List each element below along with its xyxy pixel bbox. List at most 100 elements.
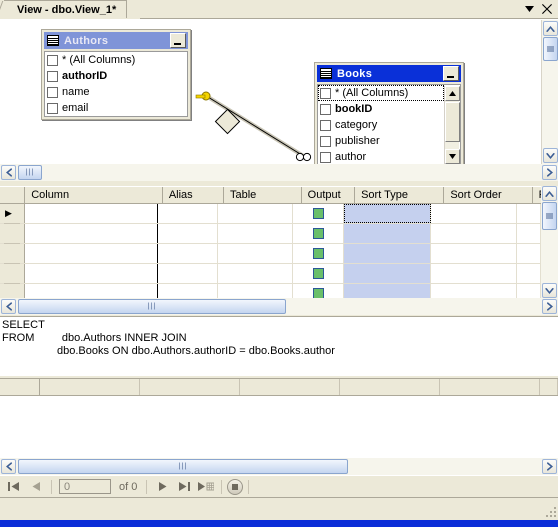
scroll-right-icon[interactable] xyxy=(542,459,557,474)
resize-grip-icon[interactable] xyxy=(544,505,556,517)
cell-output[interactable] xyxy=(293,264,345,283)
column-checkbox[interactable] xyxy=(320,87,331,99)
cell-filter[interactable] xyxy=(517,224,541,243)
cell-alias[interactable] xyxy=(158,264,218,283)
column-checkbox[interactable] xyxy=(47,102,58,114)
stop-button[interactable] xyxy=(227,478,244,495)
table-row[interactable] xyxy=(0,224,541,244)
cell-output[interactable] xyxy=(293,244,345,263)
cell-column[interactable] xyxy=(25,284,159,298)
scroll-left-icon[interactable] xyxy=(1,459,16,474)
column-row[interactable]: name xyxy=(45,84,187,100)
table-row[interactable]: ▶ xyxy=(0,204,541,224)
record-navigation-bar[interactable]: 0 of 0 xyxy=(0,475,558,497)
cell-output[interactable] xyxy=(293,284,345,298)
cell-table[interactable] xyxy=(218,264,293,283)
cell-table[interactable] xyxy=(218,244,293,263)
grid-col-header-table[interactable]: Table xyxy=(224,187,302,203)
scroll-down-icon[interactable] xyxy=(445,149,460,164)
grid-col-header-column[interactable]: Column xyxy=(25,187,163,203)
diagram-horizontal-scrollbar[interactable]: ||| xyxy=(0,164,558,181)
scrollbar-thumb[interactable] xyxy=(543,37,558,61)
cell-sort-order[interactable] xyxy=(431,244,517,263)
row-selector[interactable] xyxy=(0,264,25,284)
cell-table[interactable] xyxy=(218,224,293,243)
column-checkbox[interactable] xyxy=(47,70,58,82)
cell-sort-order[interactable] xyxy=(431,204,517,223)
output-checkbox[interactable] xyxy=(312,248,324,259)
minimize-button[interactable] xyxy=(443,66,459,81)
cell-sort-type[interactable] xyxy=(344,204,431,223)
scroll-left-icon[interactable] xyxy=(1,165,16,180)
row-selector[interactable] xyxy=(0,284,25,298)
grid-col-header-sort-type[interactable]: Sort Type xyxy=(355,187,445,203)
results-col-header[interactable] xyxy=(340,379,440,395)
last-record-button[interactable] xyxy=(174,478,194,496)
scroll-right-icon[interactable] xyxy=(542,165,557,180)
column-checkbox[interactable] xyxy=(47,86,58,98)
cell-column[interactable] xyxy=(25,244,159,263)
cell-column[interactable] xyxy=(25,264,159,283)
column-row[interactable]: bookID xyxy=(318,101,444,117)
chevron-down-icon[interactable] xyxy=(522,2,536,16)
books-table-scrollbar[interactable] xyxy=(444,86,460,164)
column-row[interactable]: email xyxy=(45,100,187,116)
column-checkbox[interactable] xyxy=(320,135,331,147)
results-col-header[interactable] xyxy=(40,379,140,395)
cell-column[interactable] xyxy=(25,224,159,243)
table-title-bar-authors[interactable]: Authors xyxy=(44,32,188,49)
cell-sort-type[interactable] xyxy=(344,264,431,283)
column-row[interactable]: * (All Columns) xyxy=(318,85,444,101)
cell-filter[interactable] xyxy=(517,244,541,263)
diagram-canvas[interactable]: Authors * (All Columns) authorID name em… xyxy=(0,20,541,164)
results-col-header[interactable] xyxy=(140,379,240,395)
cell-sort-order[interactable] xyxy=(431,264,517,283)
column-row[interactable]: * (All Columns) xyxy=(45,52,187,68)
column-checkbox[interactable] xyxy=(320,103,331,115)
table-row[interactable] xyxy=(0,284,541,298)
scroll-down-icon[interactable] xyxy=(543,148,558,163)
first-record-button[interactable] xyxy=(4,478,24,496)
cell-filter[interactable] xyxy=(517,204,541,223)
diagram-table-books[interactable]: Books * (All Columns) bookID category pu… xyxy=(314,62,464,164)
minimize-button[interactable] xyxy=(170,33,186,48)
sql-pane[interactable]: SELECT FROM dbo.Authors INNER JOIN dbo.B… xyxy=(0,316,558,376)
cell-table[interactable] xyxy=(218,204,293,223)
table-column-list-books[interactable]: * (All Columns) bookID category publishe… xyxy=(317,84,461,164)
grid-col-header-sort-order[interactable]: Sort Order xyxy=(444,187,533,203)
output-checkbox[interactable] xyxy=(312,208,324,219)
cell-output[interactable] xyxy=(293,204,345,223)
column-checkbox[interactable] xyxy=(320,119,331,131)
scroll-right-icon[interactable] xyxy=(542,299,557,314)
cell-alias[interactable] xyxy=(158,244,218,263)
cell-sort-order[interactable] xyxy=(431,224,517,243)
column-row[interactable]: author xyxy=(318,149,444,164)
column-row[interactable]: category xyxy=(318,117,444,133)
criteria-grid-vertical-scrollbar[interactable] xyxy=(541,186,558,298)
scroll-up-icon[interactable] xyxy=(445,86,460,101)
results-pane[interactable] xyxy=(0,376,558,458)
output-checkbox[interactable] xyxy=(312,268,324,279)
table-row[interactable] xyxy=(0,264,541,284)
cell-table[interactable] xyxy=(218,284,293,298)
next-record-button[interactable] xyxy=(152,478,172,496)
scrollbar-thumb[interactable] xyxy=(542,202,557,230)
cell-sort-type[interactable] xyxy=(344,284,431,298)
cell-sort-type[interactable] xyxy=(344,244,431,263)
previous-record-button[interactable] xyxy=(26,478,46,496)
row-selector[interactable] xyxy=(0,244,25,264)
column-row[interactable]: publisher xyxy=(318,133,444,149)
table-column-list-authors[interactable]: * (All Columns) authorID name email xyxy=(44,51,188,117)
row-selector[interactable] xyxy=(0,224,25,244)
scrollbar-thumb[interactable]: ||| xyxy=(18,459,348,474)
cell-filter[interactable] xyxy=(517,264,541,283)
results-col-header-corner[interactable] xyxy=(0,379,40,395)
cell-alias[interactable] xyxy=(158,204,218,223)
criteria-grid-pane[interactable]: Column Alias Table Output Sort Type Sort… xyxy=(0,186,558,298)
cell-sort-type[interactable] xyxy=(344,224,431,243)
table-row[interactable] xyxy=(0,244,541,264)
results-col-header[interactable] xyxy=(540,379,558,395)
cell-alias[interactable] xyxy=(158,224,218,243)
close-icon[interactable] xyxy=(540,2,554,16)
column-row[interactable]: authorID xyxy=(45,68,187,84)
